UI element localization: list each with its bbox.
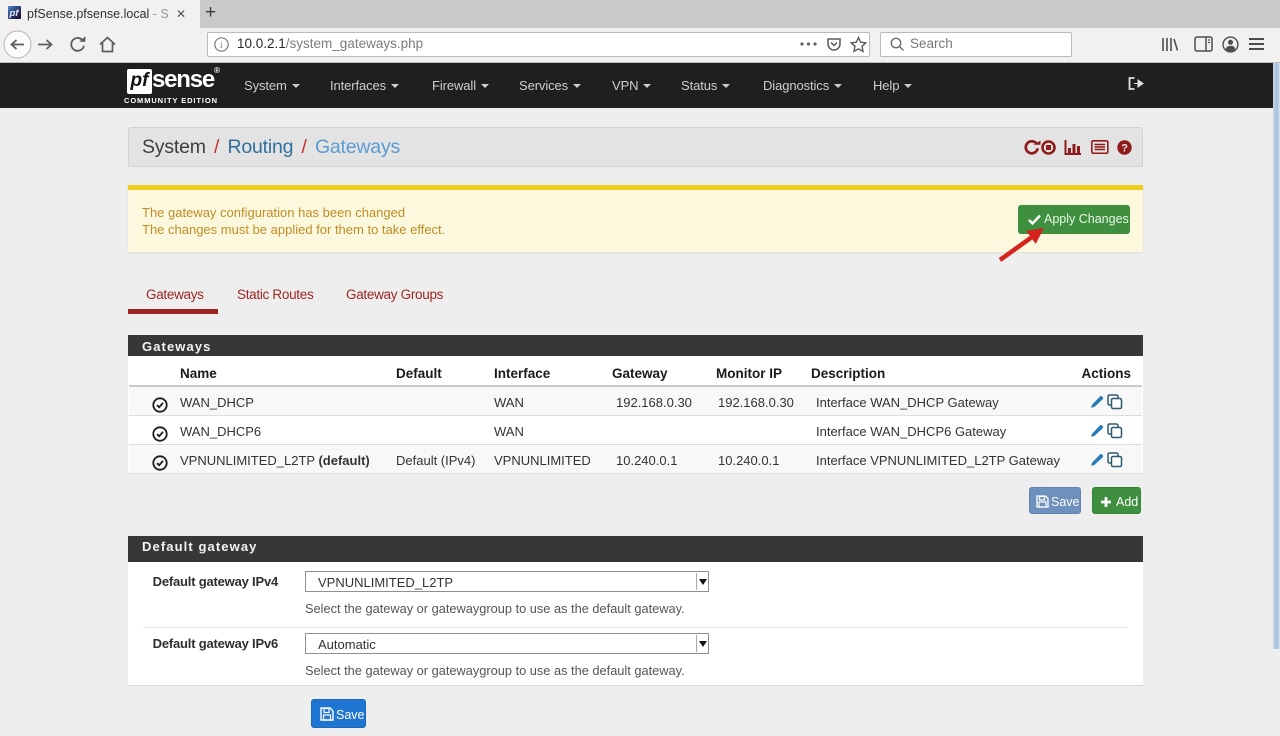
- svg-text:?: ?: [1121, 142, 1128, 154]
- svg-text:i: i: [220, 40, 223, 50]
- svg-text:pf: pf: [9, 8, 20, 19]
